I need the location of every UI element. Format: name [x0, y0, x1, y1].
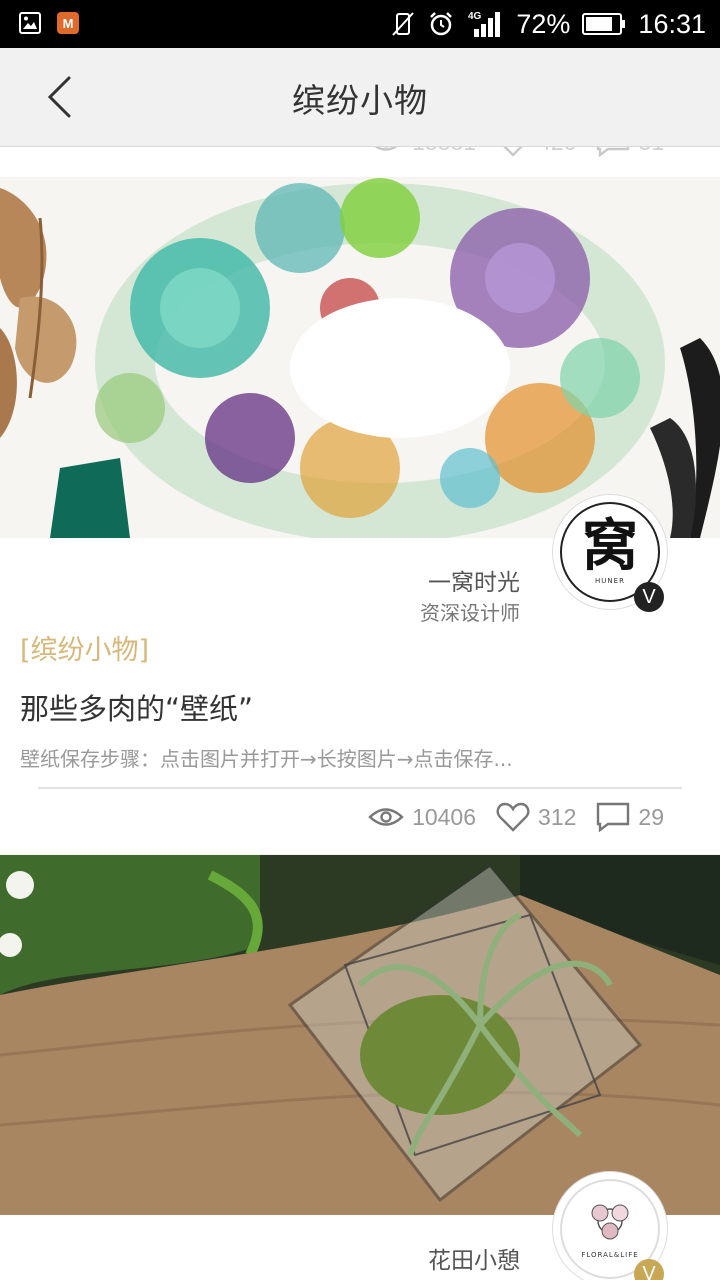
article-excerpt: 壁纸保存步骤：点击图片并打开→长按图片→点击保存... [20, 747, 513, 771]
article-cover-image[interactable] [0, 178, 720, 538]
article-feed[interactable]: 18881 420 31 [0, 147, 720, 1280]
views-stat: 10406 [368, 804, 476, 831]
views-count: 10406 [412, 803, 477, 830]
article-card[interactable]: FLORAL&LIFE V 花田小憩 [0, 855, 720, 1280]
battery-percent: 72% [516, 8, 571, 39]
author-name[interactable]: 一窝时光 [428, 563, 520, 597]
comments-count: 29 [638, 803, 664, 830]
clock: 16:31 [638, 8, 706, 39]
like-button[interactable]: 312 [496, 802, 576, 832]
app-notification-icon: M [57, 12, 79, 34]
verified-badge: V [634, 582, 664, 612]
battery-icon [582, 13, 626, 35]
status-bar: M 4G 72% 16:31 [0, 0, 720, 48]
article-stats: 10406 312 29 [368, 802, 664, 832]
svg-text:M: M [63, 16, 74, 31]
alarm-icon [430, 12, 453, 36]
heart-icon [496, 802, 530, 832]
verified-badge: V [634, 1259, 664, 1280]
like-icon [503, 147, 523, 157]
category-tag[interactable]: [缤纷小物] [20, 628, 149, 667]
author-name[interactable]: 花田小憩 [428, 1241, 520, 1275]
article-cover-image[interactable] [0, 855, 720, 1215]
likes-count: 312 [538, 803, 577, 830]
author-role: 资深设计师 [420, 601, 520, 625]
views-icon [374, 147, 398, 151]
views-icon [368, 808, 404, 826]
comment-icon [597, 147, 630, 157]
article-title[interactable]: 那些多肉的“壁纸” [20, 686, 253, 728]
previous-card-stats: 18881 420 31 [0, 147, 720, 177]
vibrate-icon [392, 12, 415, 36]
svg-text:4G: 4G [468, 11, 482, 22]
nav-bar: 缤纷小物 [0, 48, 720, 147]
divider [38, 787, 682, 789]
comment-button[interactable]: 29 [596, 802, 664, 832]
comment-icon [597, 802, 630, 832]
page-title: 缤纷小物 [292, 81, 428, 120]
article-card[interactable]: 窝 HUNER V 一窝时光 资深设计师 [缤纷小物] 那些多肉的“壁纸” 壁纸… [0, 178, 720, 854]
signal-icon: 4G [468, 11, 501, 37]
floral-logo-icon [591, 1204, 629, 1240]
gallery-icon [19, 12, 41, 34]
